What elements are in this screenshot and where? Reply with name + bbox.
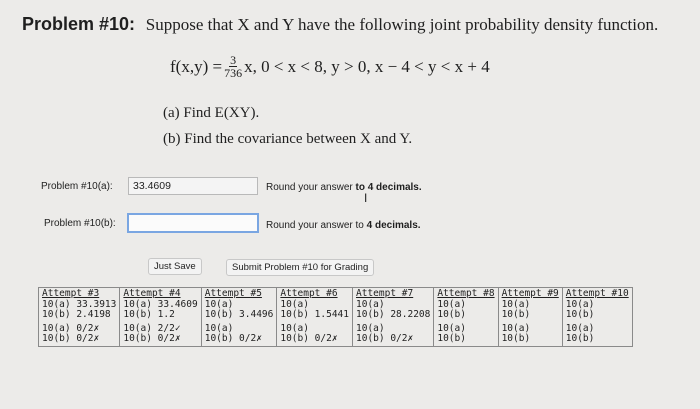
attempts-table: Attempt #3 10(a) 33.3913 10(b) 2.4198 10… bbox=[37, 287, 633, 347]
attempt-line: 10(b) 1.5441 bbox=[280, 309, 349, 320]
attempt-line: 10(b) bbox=[501, 333, 531, 344]
answer-b-note-text: Round your answer to bbox=[266, 220, 367, 231]
attempt-6-cell: Attempt #6 10(a) 10(b) 1.5441 10(a) 10(b… bbox=[276, 287, 353, 347]
attempts-row: Attempt #3 10(a) 33.3913 10(b) 2.4198 10… bbox=[37, 287, 633, 347]
attempt-9-cell: Attempt #9 10(a) 10(b) 10(a) 10(b) bbox=[497, 287, 563, 347]
problem-number: Problem #10: bbox=[22, 14, 136, 34]
attempt-line: 10(b) 2.4198 bbox=[42, 309, 111, 320]
answer-b-note-bold: 4 decimals. bbox=[366, 220, 421, 231]
attempt-line: 10(b) bbox=[437, 309, 466, 320]
attempt-line: 10(b) 0/2✗ bbox=[280, 333, 338, 344]
pdf-formula: f(x,y) = 3 736 x, 0 < x < 8, y > 0, x − … bbox=[170, 54, 490, 79]
attempt-7-header[interactable]: Attempt #7 bbox=[356, 288, 430, 300]
attempt-line: 10(b) 28.2208 bbox=[356, 309, 431, 320]
attempt-4-header[interactable]: Attempt #4 bbox=[123, 288, 197, 300]
answer-b-note: Round your answer to 4 decimals. bbox=[266, 220, 421, 231]
submit-problem-button[interactable]: Submit Problem #10 for Grading bbox=[226, 259, 375, 276]
attempt-line: 10(b) 0/2✗ bbox=[204, 333, 262, 344]
answer-b-input[interactable] bbox=[127, 213, 259, 233]
answer-a-label: Problem #10(a): bbox=[41, 181, 113, 192]
formula-rest: x, 0 < x < 8, y > 0, x − 4 < y < x + 4 bbox=[244, 56, 490, 76]
problem-statement: Suppose that X and Y have the following … bbox=[145, 15, 659, 34]
answer-a-note-text: Round your answer bbox=[266, 182, 356, 193]
attempt-7-cell: Attempt #7 10(a) 10(b) 28.2208 10(a) 10(… bbox=[351, 287, 435, 347]
attempt-line: 10(b) bbox=[437, 333, 466, 344]
attempt-3-header[interactable]: Attempt #3 bbox=[42, 288, 116, 300]
attempt-line: 10(b) 3.4496 bbox=[204, 309, 274, 320]
attempt-line: 10(b) 0/2✗ bbox=[356, 333, 414, 344]
attempt-3-cell: Attempt #3 10(a) 33.3913 10(b) 2.4198 10… bbox=[37, 287, 121, 347]
attempt-line: 10(b) 0/2✗ bbox=[123, 333, 181, 344]
part-b: (b) Find the covariance between X and Y. bbox=[163, 131, 413, 147]
attempt-6-header[interactable]: Attempt #6 bbox=[280, 288, 349, 300]
attempt-line: 10(b) 0/2✗ bbox=[42, 333, 100, 344]
attempt-9-header[interactable]: Attempt #9 bbox=[502, 288, 559, 300]
attempt-5-header[interactable]: Attempt #5 bbox=[205, 288, 274, 300]
attempt-line: 10(b) bbox=[565, 309, 595, 320]
answer-a-note: Round your answer to 4 decimals. bbox=[266, 182, 422, 193]
part-a: (a) Find E(XY). bbox=[163, 105, 260, 121]
text-cursor-icon: I bbox=[364, 191, 368, 205]
formula-lhs: f(x,y) = bbox=[170, 56, 223, 76]
attempt-4-cell: Attempt #4 10(a) 33.4609 10(b) 1.2 10(a)… bbox=[119, 287, 202, 347]
attempt-5-cell: Attempt #5 10(a) 10(b) 3.4496 10(a) 10(b… bbox=[200, 287, 278, 347]
problem-heading: Problem #10: Suppose that X and Y have t… bbox=[22, 14, 658, 35]
attempt-line: 10(b) bbox=[501, 309, 531, 320]
just-save-button[interactable]: Just Save bbox=[148, 258, 202, 275]
answer-a-input[interactable]: 33.4609 bbox=[128, 177, 258, 195]
attempt-8-header[interactable]: Attempt #8 bbox=[437, 288, 494, 300]
fraction-denominator: 736 bbox=[224, 66, 243, 80]
attempt-8-cell: Attempt #8 10(a) 10(b) 10(a) 10(b) bbox=[433, 287, 499, 347]
attempt-10-header[interactable]: Attempt #10 bbox=[566, 288, 629, 300]
attempt-line: 10(b) 1.2 bbox=[123, 309, 175, 320]
attempt-line: 10(b) bbox=[565, 333, 595, 344]
answer-b-label: Problem #10(b): bbox=[44, 218, 116, 229]
problem-parts: (a) Find E(XY). (b) Find the covariance … bbox=[163, 100, 412, 152]
attempt-10-cell: Attempt #10 10(a) 10(b) 10(a) 10(b) bbox=[561, 287, 633, 347]
formula-fraction: 3 736 bbox=[224, 54, 242, 79]
